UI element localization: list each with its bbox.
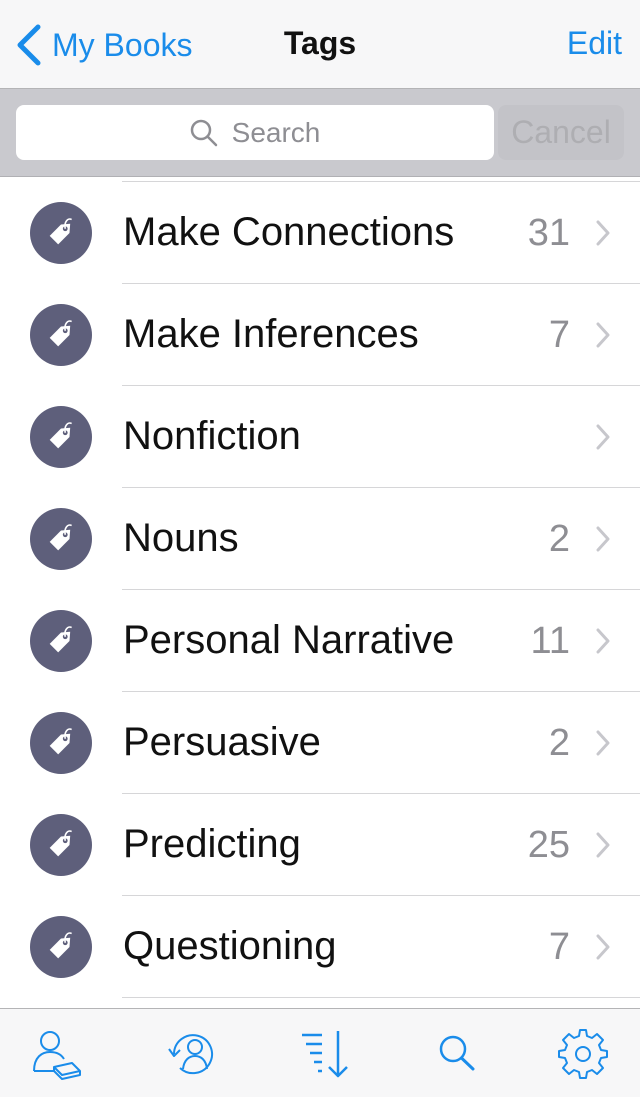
tab-users-books[interactable] — [30, 1027, 84, 1081]
search-icon — [190, 119, 217, 146]
tab-sort[interactable] — [300, 1027, 354, 1081]
tag-icon — [30, 712, 92, 774]
tag-icon — [30, 916, 92, 978]
tag-name: Make Connections — [123, 210, 455, 254]
tag-row[interactable]: Make Connections 31 — [0, 182, 640, 284]
chevron-right-icon — [596, 628, 610, 654]
tag-row[interactable]: Persuasive 2 — [0, 692, 640, 794]
back-button-label: My Books — [52, 26, 193, 63]
tag-icon — [30, 202, 92, 264]
chevron-right-icon — [596, 730, 610, 756]
sort-icon — [302, 1031, 348, 1078]
chevron-right-icon — [596, 832, 610, 858]
tab-search[interactable] — [430, 1027, 484, 1081]
tag-name: Predicting — [123, 822, 301, 866]
cancel-button[interactable]: Cancel — [498, 105, 624, 160]
navigation-bar: My Books Tags Edit — [0, 0, 640, 89]
back-button[interactable]: My Books — [14, 18, 192, 72]
tag-count: 31 — [527, 212, 570, 254]
chevron-right-icon — [596, 220, 610, 246]
tag-name: Nouns — [123, 516, 239, 560]
users-book-icon — [33, 1031, 81, 1080]
chevron-right-icon — [596, 526, 610, 552]
tag-row[interactable]: Questioning 7 — [0, 896, 640, 998]
divider — [122, 997, 640, 998]
chevron-left-icon — [17, 24, 41, 66]
tag-count: 7 — [548, 926, 570, 968]
chevron-right-icon — [596, 934, 610, 960]
edit-button[interactable]: Edit — [567, 25, 622, 62]
tab-settings[interactable] — [556, 1027, 610, 1081]
chevron-right-icon — [596, 424, 610, 450]
tag-list: Make Connections 31 Make Inferences 7 Nonfic… — [0, 177, 640, 1008]
search-bar: Search Cancel — [0, 89, 640, 177]
tag-name: Persuasive — [123, 720, 321, 764]
search-placeholder: Search — [231, 116, 321, 148]
tab-bar — [0, 1008, 640, 1097]
tag-name: Questioning — [123, 924, 337, 968]
tab-user-refresh[interactable] — [166, 1027, 220, 1081]
search-icon — [439, 1035, 475, 1071]
tag-count: 2 — [548, 518, 570, 560]
tag-count: 2 — [548, 722, 570, 764]
tag-name: Personal Narrative — [123, 618, 455, 662]
tag-row[interactable]: Make Inferences 7 — [0, 284, 640, 386]
chevron-right-icon — [596, 322, 610, 348]
tag-count: 7 — [548, 314, 570, 356]
tag-icon — [30, 406, 92, 468]
tag-count: 11 — [530, 620, 570, 662]
gear-icon — [558, 1029, 608, 1079]
search-input[interactable]: Search — [16, 105, 494, 160]
tag-icon — [30, 304, 92, 366]
tag-name: Nonfiction — [123, 414, 301, 458]
tag-row[interactable]: Personal Narrative 11 — [0, 590, 640, 692]
tag-icon — [30, 814, 92, 876]
tag-icon — [30, 610, 92, 672]
tag-row[interactable]: Nouns 2 — [0, 488, 640, 590]
tag-row[interactable]: Nonfiction — [0, 386, 640, 488]
user-refresh-icon — [168, 1034, 213, 1075]
tag-row[interactable]: Predicting 25 — [0, 794, 640, 896]
tag-name: Make Inferences — [123, 312, 419, 356]
tag-icon — [30, 508, 92, 570]
tag-count: 25 — [527, 824, 570, 866]
